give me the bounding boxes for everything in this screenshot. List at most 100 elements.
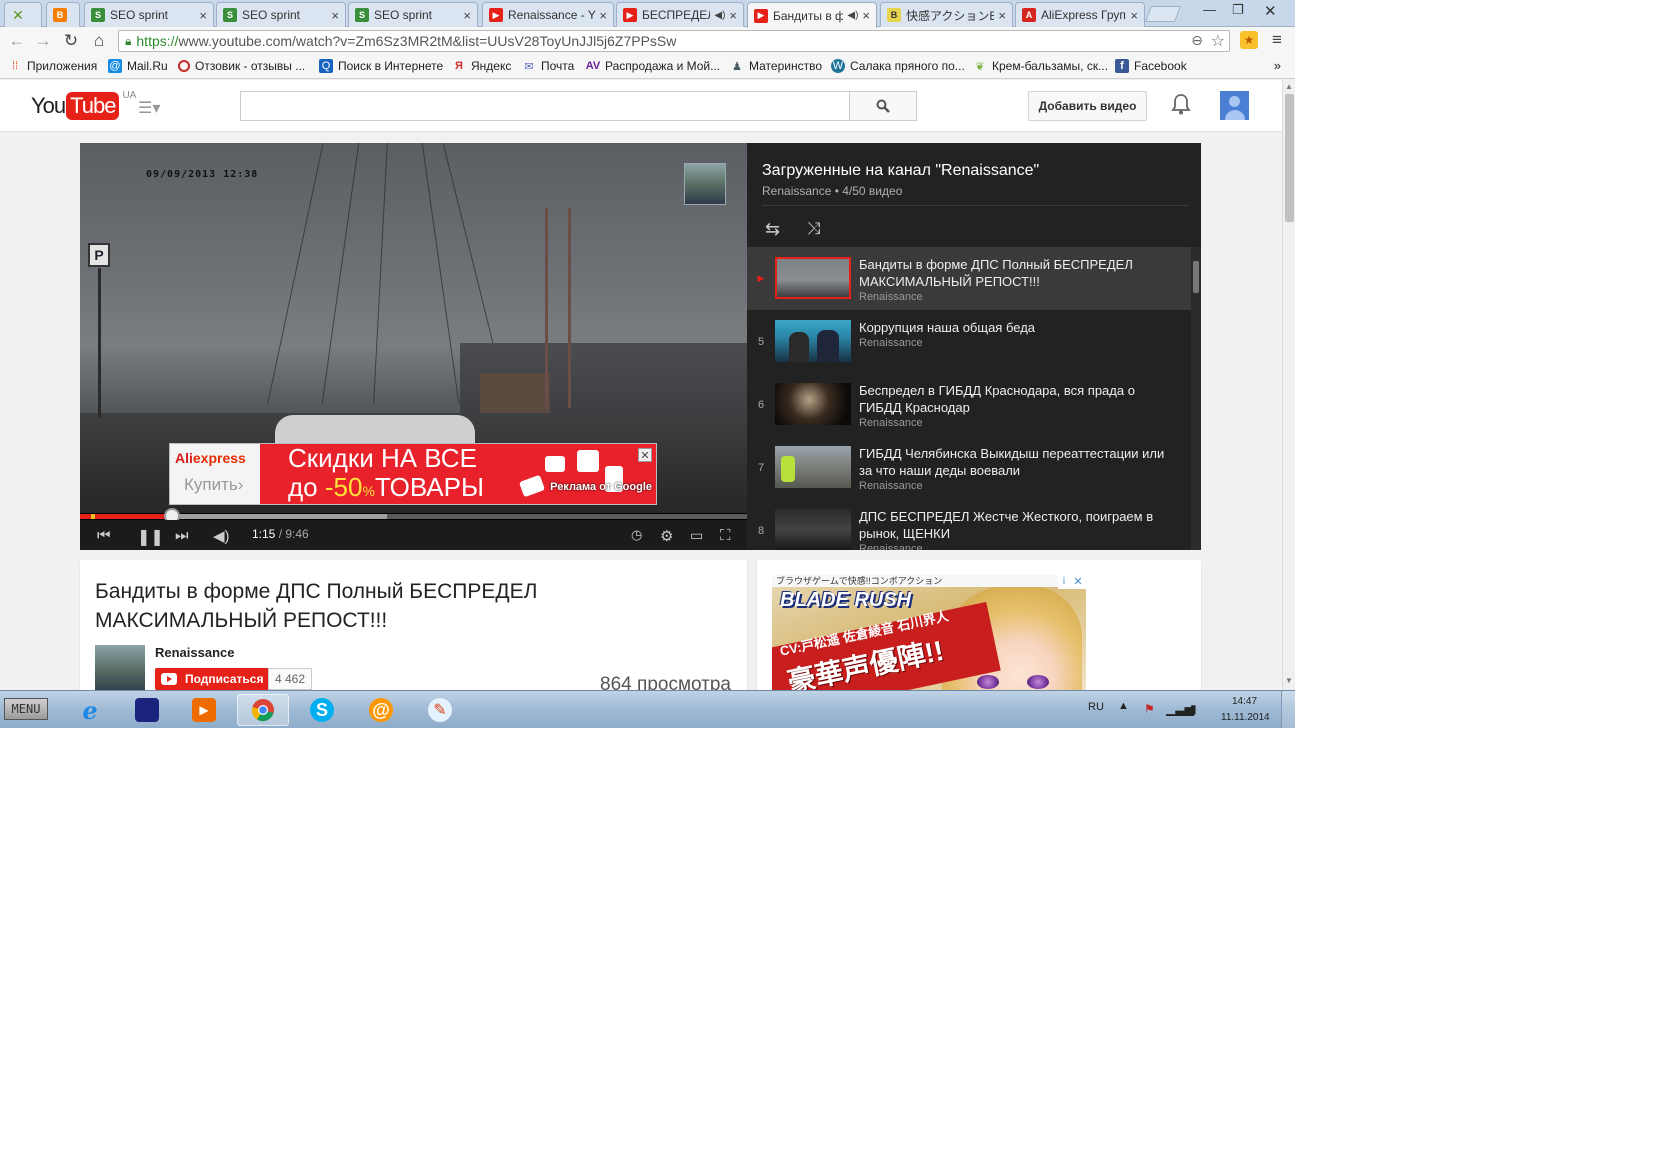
zoom-icon[interactable]: ⊖ — [1191, 32, 1203, 49]
bookmarks-more-button[interactable]: » — [1274, 58, 1281, 73]
subscribe-button[interactable]: Подписаться — [155, 668, 272, 690]
aliexpress-ad-logo[interactable]: Aliexpress Купить› — [170, 444, 260, 504]
video-frame[interactable]: P 09/09/2013 12:38 Aliexpress Купить› Ск… — [80, 143, 747, 513]
playlist-scrollbar-thumb[interactable] — [1193, 261, 1199, 293]
clock-date[interactable]: 11.11.2014 — [1221, 712, 1270, 723]
video-thumbnail[interactable] — [775, 383, 851, 425]
ad-promo[interactable]: Скидки НА ВСЕ до -50%ТОВАРЫ Реклама от G… — [260, 443, 656, 504]
back-arrow-icon[interactable]: ← — [6, 31, 28, 51]
tab-close-icon[interactable]: × — [199, 8, 207, 23]
flag-warning-icon[interactable]: ⚑ — [1144, 702, 1155, 716]
battery-icon[interactable]: ▮ — [1190, 702, 1197, 716]
taskbar-app-skype[interactable]: S — [296, 694, 348, 726]
video-thumbnail[interactable] — [775, 446, 851, 488]
ad-close-icon[interactable]: ✕ — [1070, 575, 1086, 589]
playlist-item[interactable]: 6 Беспредел в ГИБДД Краснодара, вся прад… — [747, 373, 1191, 436]
tab-close-icon[interactable]: × — [463, 8, 471, 23]
bookmark-star-icon[interactable]: ☆ — [1211, 31, 1225, 51]
bookmark-sale[interactable]: AV Распродажа и Мой... — [586, 59, 720, 73]
forward-arrow-icon[interactable]: → — [32, 31, 54, 51]
ads-by-google-label[interactable]: Реклама от Google — [550, 481, 652, 493]
tab-renaissance[interactable]: ▶ Renaissance - Yo × — [482, 2, 614, 27]
shuffle-icon[interactable]: ⤨ — [807, 219, 821, 239]
youtube-logo[interactable]: You Tube UA — [31, 90, 136, 120]
pause-icon[interactable]: ❚❚ — [137, 527, 164, 547]
tab-close-icon[interactable]: × — [331, 8, 339, 23]
playlist-item[interactable]: 5 Коррупция наша общая беда Renaissance — [747, 310, 1191, 373]
new-tab-button[interactable] — [1145, 6, 1181, 22]
volume-icon[interactable]: ◀) — [213, 527, 230, 545]
playlist-scrollbar[interactable] — [1191, 247, 1201, 550]
progress-bar[interactable] — [80, 508, 747, 524]
scroll-up-icon[interactable]: ▲ — [1285, 82, 1293, 91]
address-bar[interactable]: 🔒︎ https:// www.youtube.com/watch?v=Zm6S… — [118, 30, 1230, 52]
clock-time[interactable]: 14:47 — [1232, 696, 1257, 707]
account-avatar[interactable] — [1220, 91, 1249, 120]
close-ad-icon[interactable]: ✕ — [638, 448, 652, 462]
bookmark-yandex[interactable]: Я Яндекс — [452, 59, 511, 73]
playlist-item[interactable]: 8 ДПС БЕСПРЕДЕЛ Жестче Жесткого, поиграе… — [747, 499, 1191, 550]
loop-icon[interactable]: ⇆ — [765, 219, 780, 240]
taskbar-app-ie[interactable]: e — [64, 694, 116, 726]
keyboard-language[interactable]: RU — [1088, 701, 1104, 713]
bookmark-apps[interactable]: ⁞⁞ Приложения — [8, 59, 97, 73]
playlist-item[interactable]: ▶ Бандиты в форме ДПС Полный БЕСПРЕДЕЛ М… — [747, 247, 1191, 310]
channel-avatar[interactable] — [95, 645, 145, 693]
previous-icon[interactable]: ⏮ — [97, 527, 111, 544]
video-player[interactable]: P 09/09/2013 12:38 Aliexpress Купить› Ск… — [80, 143, 747, 550]
close-window-icon[interactable]: ✕ — [1264, 2, 1277, 20]
tab-bandity-active[interactable]: ▶ Бандиты в ф ◀) × — [747, 2, 877, 28]
bookmark-otzovik[interactable]: Отзовик - отзывы ... — [178, 59, 305, 73]
tab-close-icon[interactable]: × — [998, 8, 1006, 23]
reload-icon[interactable]: ↻ — [60, 31, 82, 51]
video-thumbnail[interactable] — [775, 257, 851, 299]
watch-later-icon[interactable]: ◷ — [631, 527, 642, 543]
tab-game[interactable]: B 快感アクションBL × — [880, 2, 1013, 27]
video-thumbnail[interactable] — [775, 509, 851, 550]
speaker-icon[interactable]: ◀) — [714, 10, 725, 21]
tab-bespredel[interactable]: ▶ БЕСПРЕДЕЛ ◀) × — [616, 2, 744, 27]
bookmark-search[interactable]: Q Поиск в Интернете — [319, 59, 443, 73]
taskbar-app-media-center[interactable] — [121, 694, 173, 726]
playlist-title[interactable]: Загруженные на канал "Renaissance" — [762, 162, 1039, 180]
tab-aliexpress[interactable]: A AliExpress Груп × — [1015, 2, 1145, 27]
search-input[interactable] — [240, 91, 850, 121]
channel-name[interactable]: Renaissance — [155, 645, 235, 660]
taskbar-app-media-player[interactable]: ▶ — [178, 694, 230, 726]
bookmark-krem[interactable]: ❦ Крем-бальзамы, ск... — [973, 59, 1108, 73]
bookmark-pochta[interactable]: ✉ Почта — [522, 59, 574, 73]
video-thumbnail[interactable] — [775, 320, 851, 362]
page-scrollbar[interactable]: ▲ ▼ — [1282, 80, 1295, 690]
start-menu-button[interactable]: MENU — [4, 698, 48, 720]
ad-info-icon[interactable]: i — [1058, 575, 1070, 589]
next-icon[interactable]: ⏭ — [175, 527, 189, 544]
minimize-icon[interactable]: — — [1203, 2, 1216, 17]
tab-close-icon[interactable]: × — [862, 8, 870, 23]
tab-close-icon[interactable]: × — [729, 8, 737, 23]
bookmark-materinstvo[interactable]: ♟ Материнство — [730, 59, 822, 73]
bookmark-salaka[interactable]: W Салака пряного по... — [831, 59, 965, 73]
fullscreen-icon[interactable]: ⛶ — [720, 527, 731, 544]
taskbar-app-paint[interactable]: ✎ — [414, 694, 466, 726]
tab-pinned-blogger[interactable]: B — [46, 2, 80, 27]
scroll-down-icon[interactable]: ▼ — [1285, 676, 1293, 685]
upload-video-button[interactable]: Добавить видео — [1028, 91, 1147, 121]
search-button[interactable] — [849, 91, 917, 121]
taskbar-app-mail-agent[interactable]: @ — [355, 694, 407, 726]
home-icon[interactable]: ⌂ — [88, 31, 110, 51]
tab-close-icon[interactable]: × — [1130, 8, 1138, 23]
guide-menu-icon[interactable]: ☰▾ — [138, 98, 160, 118]
speaker-icon[interactable]: ◀) — [847, 10, 858, 21]
tray-expand-icon[interactable]: ▲ — [1118, 700, 1129, 712]
extension-star-icon[interactable]: ★ — [1240, 31, 1258, 49]
chrome-menu-icon[interactable]: ≡ — [1272, 30, 1282, 50]
bookmark-mailru[interactable]: @ Mail.Ru — [108, 59, 168, 73]
bookmark-facebook[interactable]: f Facebook — [1115, 59, 1187, 73]
overlay-ad[interactable]: Aliexpress Купить› Скидки НА ВСЕ до -50%… — [169, 443, 657, 505]
playlist-item[interactable]: 7 ГИБДД Челябинска Выкидыш переаттестаци… — [747, 436, 1191, 499]
settings-gear-icon[interactable]: ⚙ — [660, 527, 673, 545]
ad-buy-button[interactable]: Купить› — [184, 475, 243, 495]
scrollbar-thumb[interactable] — [1285, 94, 1294, 222]
theater-mode-icon[interactable]: ▭ — [690, 527, 703, 544]
notifications-bell-icon[interactable] — [1171, 93, 1191, 121]
